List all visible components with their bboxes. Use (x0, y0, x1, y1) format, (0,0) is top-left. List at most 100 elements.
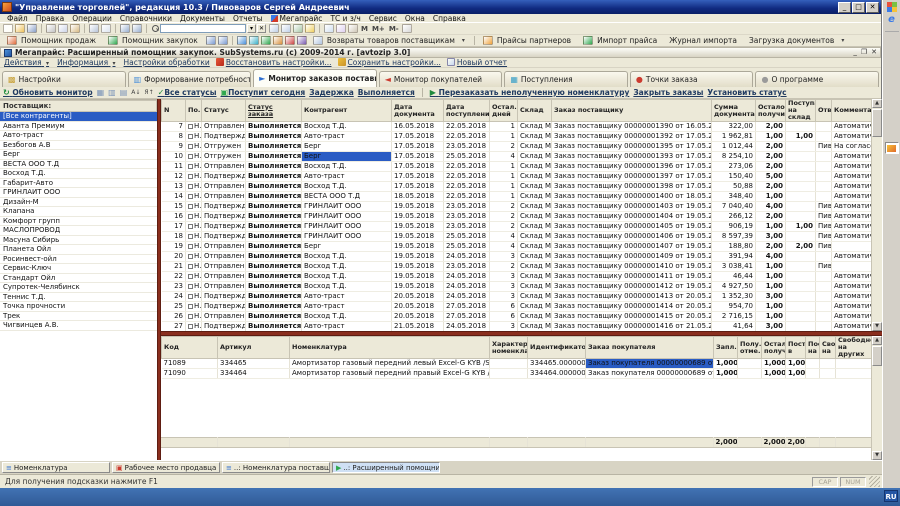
document-blue-icon[interactable] (237, 36, 247, 45)
refresh-icon[interactable] (293, 24, 303, 33)
cell[interactable]: Подтвержде (202, 132, 246, 142)
supplier-list-item[interactable]: Авто-траст (0, 131, 157, 141)
cell[interactable]: Н. (186, 122, 202, 132)
cell[interactable]: 18.05.2018 (392, 192, 444, 202)
cell[interactable]: 14 (162, 192, 186, 202)
cell[interactable]: 3 (490, 252, 518, 262)
details-scrollbar[interactable]: ▲ ▼ (871, 336, 882, 460)
cell[interactable]: Пиво... (816, 222, 832, 232)
checkbox-icon[interactable] (188, 264, 193, 269)
import-price-button[interactable]: Импорт прайса (578, 36, 664, 45)
cell[interactable]: 2,00 (756, 182, 786, 192)
cell[interactable]: 41,64 (712, 322, 756, 332)
windows-logo-icon[interactable] (887, 2, 897, 12)
details-column-header[interactable]: Свобо... на (820, 337, 836, 359)
cell[interactable]: 50,88 (712, 182, 756, 192)
cell[interactable]: Выполняется (246, 212, 302, 222)
grid-filter-icon[interactable]: ▦ (97, 89, 105, 97)
cell[interactable]: 22.05.2018 (444, 132, 490, 142)
orders-column-header[interactable]: Склад (518, 100, 552, 122)
cell[interactable]: Выполняется (246, 282, 302, 292)
cell[interactable] (786, 142, 816, 152)
cell[interactable]: Выполняется (246, 122, 302, 132)
scroll-thumb[interactable] (872, 346, 882, 366)
checkbox-icon[interactable] (188, 304, 193, 309)
cell[interactable] (786, 262, 816, 272)
cell[interactable]: 8 597,39 (712, 232, 756, 242)
details-column-header[interactable]: Заказ покупателя (586, 337, 714, 359)
cell[interactable]: Заказ поставщику 00000001414 от 20.05.20… (552, 302, 712, 312)
cell[interactable] (738, 359, 762, 369)
search-input[interactable] (160, 24, 246, 33)
cell[interactable]: 19.05.2018 (392, 242, 444, 252)
cell[interactable]: Заказ поставщику 00000001392 от 17.05.20… (552, 132, 712, 142)
supplier-list-item[interactable]: ВЕСТА ООО Т.Д (0, 160, 157, 170)
cell[interactable]: Отправлен (202, 272, 246, 282)
cell[interactable]: 17.05.2018 (392, 172, 444, 182)
cell[interactable]: Восход Т.Д. (302, 122, 392, 132)
cell[interactable] (816, 172, 832, 182)
users-icon[interactable] (348, 24, 358, 33)
cell[interactable] (832, 242, 872, 252)
cell[interactable]: Автоматичес.. (832, 212, 872, 222)
cell[interactable] (786, 192, 816, 202)
sales-assistant-button[interactable]: Помощник продаж (2, 36, 103, 45)
cell[interactable]: Автоматичес.. (832, 222, 872, 232)
cell[interactable]: 27.05.2018 (444, 312, 490, 322)
cell[interactable]: Н. (186, 322, 202, 332)
menu-item-6[interactable]: Мегапрайс (267, 14, 327, 23)
cell[interactable]: 21 (162, 262, 186, 272)
cell[interactable] (816, 282, 832, 292)
print-icon[interactable] (89, 24, 99, 33)
cell[interactable]: Амортизатор газовый передний правый Exce… (290, 369, 490, 379)
cell[interactable]: Берг (302, 142, 392, 152)
details-column-header[interactable]: Номенклатура (290, 337, 490, 359)
cell[interactable]: 16 (162, 212, 186, 222)
cell[interactable]: 1,000 (714, 359, 738, 369)
info-icon[interactable] (305, 24, 315, 33)
document-teal-icon[interactable] (249, 36, 259, 45)
document-purple-icon[interactable] (297, 36, 307, 45)
sort-ascending-icon[interactable]: А↓ (131, 89, 140, 97)
cell[interactable]: Берг (302, 242, 392, 252)
cell[interactable]: 19.05.2018 (392, 252, 444, 262)
cell[interactable]: 24 (162, 292, 186, 302)
details-column-header[interactable]: Идентификатор (528, 337, 586, 359)
supplier-list-item[interactable]: Комфорт групп (0, 217, 157, 227)
orders-column-header[interactable]: Осталось получить (756, 100, 786, 122)
cell[interactable]: Заказ поставщику 00000001396 от 17.05.20… (552, 162, 712, 172)
supplier-list-item[interactable]: МАСЛОПРОВОД (0, 226, 157, 236)
cell[interactable]: 2 (490, 262, 518, 272)
checkbox-icon[interactable] (188, 164, 193, 169)
cell[interactable]: Заказ поставщику 00000001400 от 18.05.20… (552, 192, 712, 202)
undo-icon[interactable] (120, 24, 130, 33)
cell[interactable]: Автоматичес.. (832, 122, 872, 132)
find-next-icon[interactable] (281, 24, 291, 33)
cell[interactable]: Склад М7 (518, 262, 552, 272)
cell[interactable]: Отгружен (202, 152, 246, 162)
cell[interactable]: 1,00 (756, 302, 786, 312)
cell[interactable]: Заказ поставщику 00000001403 от 19.05.20… (552, 202, 712, 212)
help-icon[interactable] (402, 24, 412, 33)
checkbox-icon[interactable] (188, 294, 193, 299)
cell[interactable]: 3 (490, 322, 518, 332)
internet-explorer-icon[interactable]: e (888, 15, 895, 25)
cell[interactable]: 22.05.2018 (444, 182, 490, 192)
cell[interactable]: Заказ поставщику 00000001405 от 19.05.20… (552, 222, 712, 232)
cell[interactable]: 3 (490, 282, 518, 292)
cell[interactable]: 26 (162, 312, 186, 322)
document-red-icon[interactable] (285, 36, 295, 45)
memory-button-1[interactable]: М+ (372, 25, 385, 33)
cell[interactable]: 10 (162, 152, 186, 162)
cell[interactable]: Заказ поставщику 00000001393 от 17.05.20… (552, 152, 712, 162)
cell[interactable]: 1 (490, 122, 518, 132)
cell[interactable] (816, 252, 832, 262)
cell[interactable]: 1,00 (756, 312, 786, 322)
cell[interactable]: Автоматичес.. (832, 162, 872, 172)
cell[interactable]: 13 (162, 182, 186, 192)
orders-column-header[interactable]: Комментарий (832, 100, 872, 122)
cell[interactable] (786, 252, 816, 262)
cell[interactable]: Подтвержде (202, 172, 246, 182)
cell[interactable]: Склад М7 (518, 152, 552, 162)
supplier-list-item[interactable]: Аванта Премиум (0, 122, 157, 132)
